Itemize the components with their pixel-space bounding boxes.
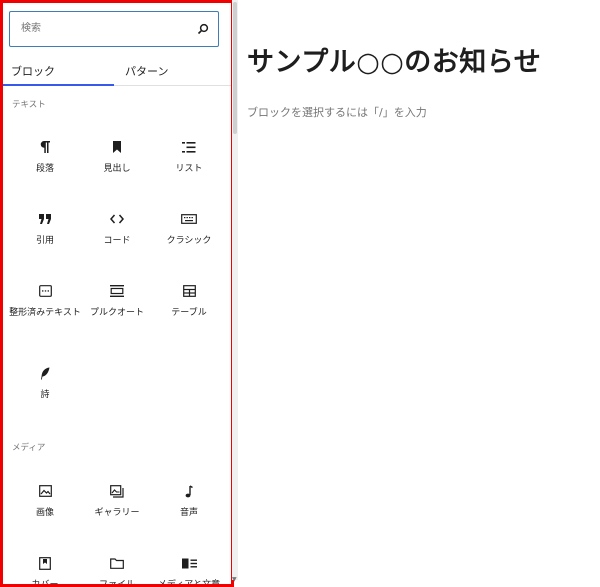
tab-blocks[interactable]: ブロック — [11, 63, 55, 79]
paragraph-icon — [9, 139, 81, 155]
block-label: 整形済みテキスト — [9, 308, 81, 318]
category-title-media: メディア — [12, 443, 46, 453]
pullquote-icon — [81, 283, 153, 299]
search-icon[interactable] — [197, 23, 209, 35]
media-text-icon — [153, 555, 225, 571]
block-table[interactable]: テーブル — [153, 283, 225, 320]
block-label: 段落 — [35, 164, 54, 174]
block-label: 音声 — [179, 508, 198, 518]
table-icon — [153, 283, 225, 299]
tab-patterns[interactable]: パターン — [125, 63, 168, 79]
block-label: 詩 — [40, 390, 50, 400]
search-box — [9, 11, 219, 47]
quote-icon — [9, 211, 81, 227]
block-quote[interactable]: 引用 — [9, 211, 81, 248]
block-cover[interactable]: カバー — [9, 555, 81, 587]
block-audio[interactable]: 音声 — [153, 483, 225, 520]
active-tab-indicator — [3, 84, 114, 86]
block-appender-placeholder[interactable]: ブロックを選択するには「/」を入力 — [247, 104, 427, 120]
block-paragraph[interactable]: 段落 — [9, 139, 81, 176]
block-label: カバー — [31, 580, 59, 587]
block-label: テーブル — [171, 308, 207, 318]
folder-icon — [81, 555, 153, 571]
block-image[interactable]: 画像 — [9, 483, 81, 520]
bookmark-icon — [81, 139, 153, 155]
category-title-text: テキスト — [12, 100, 46, 110]
code-icon — [81, 211, 153, 227]
block-pullquote[interactable]: プルクオート — [81, 283, 153, 320]
block-media-text[interactable]: メディアと文章 — [153, 555, 225, 587]
block-label: メディアと文章 — [157, 580, 221, 587]
block-label: ファイル — [98, 580, 135, 587]
block-verse[interactable]: 詩 — [9, 365, 81, 402]
block-preformatted[interactable]: 整形済みテキスト — [9, 283, 81, 320]
block-gallery[interactable]: ギャラリー — [81, 483, 153, 520]
block-inserter-panel: ブロック パターン テキスト 段落 見出し リスト 引用 — [0, 0, 234, 587]
music-note-icon — [153, 483, 225, 499]
image-icon — [9, 483, 81, 499]
inserter-scrollbar-thumb[interactable] — [233, 2, 237, 134]
keyboard-icon — [153, 211, 225, 227]
feather-icon — [9, 365, 81, 381]
block-heading[interactable]: 見出し — [81, 139, 153, 176]
block-label: 画像 — [35, 508, 54, 518]
block-list[interactable]: リスト — [153, 139, 225, 176]
block-label: クラシック — [166, 236, 212, 246]
block-label: ギャラリー — [94, 508, 140, 518]
cover-icon — [9, 555, 81, 571]
block-label: 見出し — [103, 164, 131, 174]
block-classic[interactable]: クラシック — [153, 211, 225, 248]
block-code[interactable]: コード — [81, 211, 153, 248]
block-label: 引用 — [35, 236, 54, 246]
block-label: リスト — [175, 164, 203, 174]
search-input[interactable] — [10, 12, 196, 45]
list-icon — [153, 139, 225, 155]
block-label: コード — [103, 236, 131, 246]
block-label: プルクオート — [89, 308, 144, 318]
gallery-icon — [81, 483, 153, 499]
block-file[interactable]: ファイル — [81, 555, 153, 587]
scroll-down-arrow-icon[interactable]: ▼ — [232, 576, 237, 583]
inserter-tabs: ブロック パターン — [3, 57, 231, 86]
post-title[interactable]: サンプル○○のお知らせ — [247, 40, 541, 79]
preformatted-icon — [9, 283, 81, 299]
